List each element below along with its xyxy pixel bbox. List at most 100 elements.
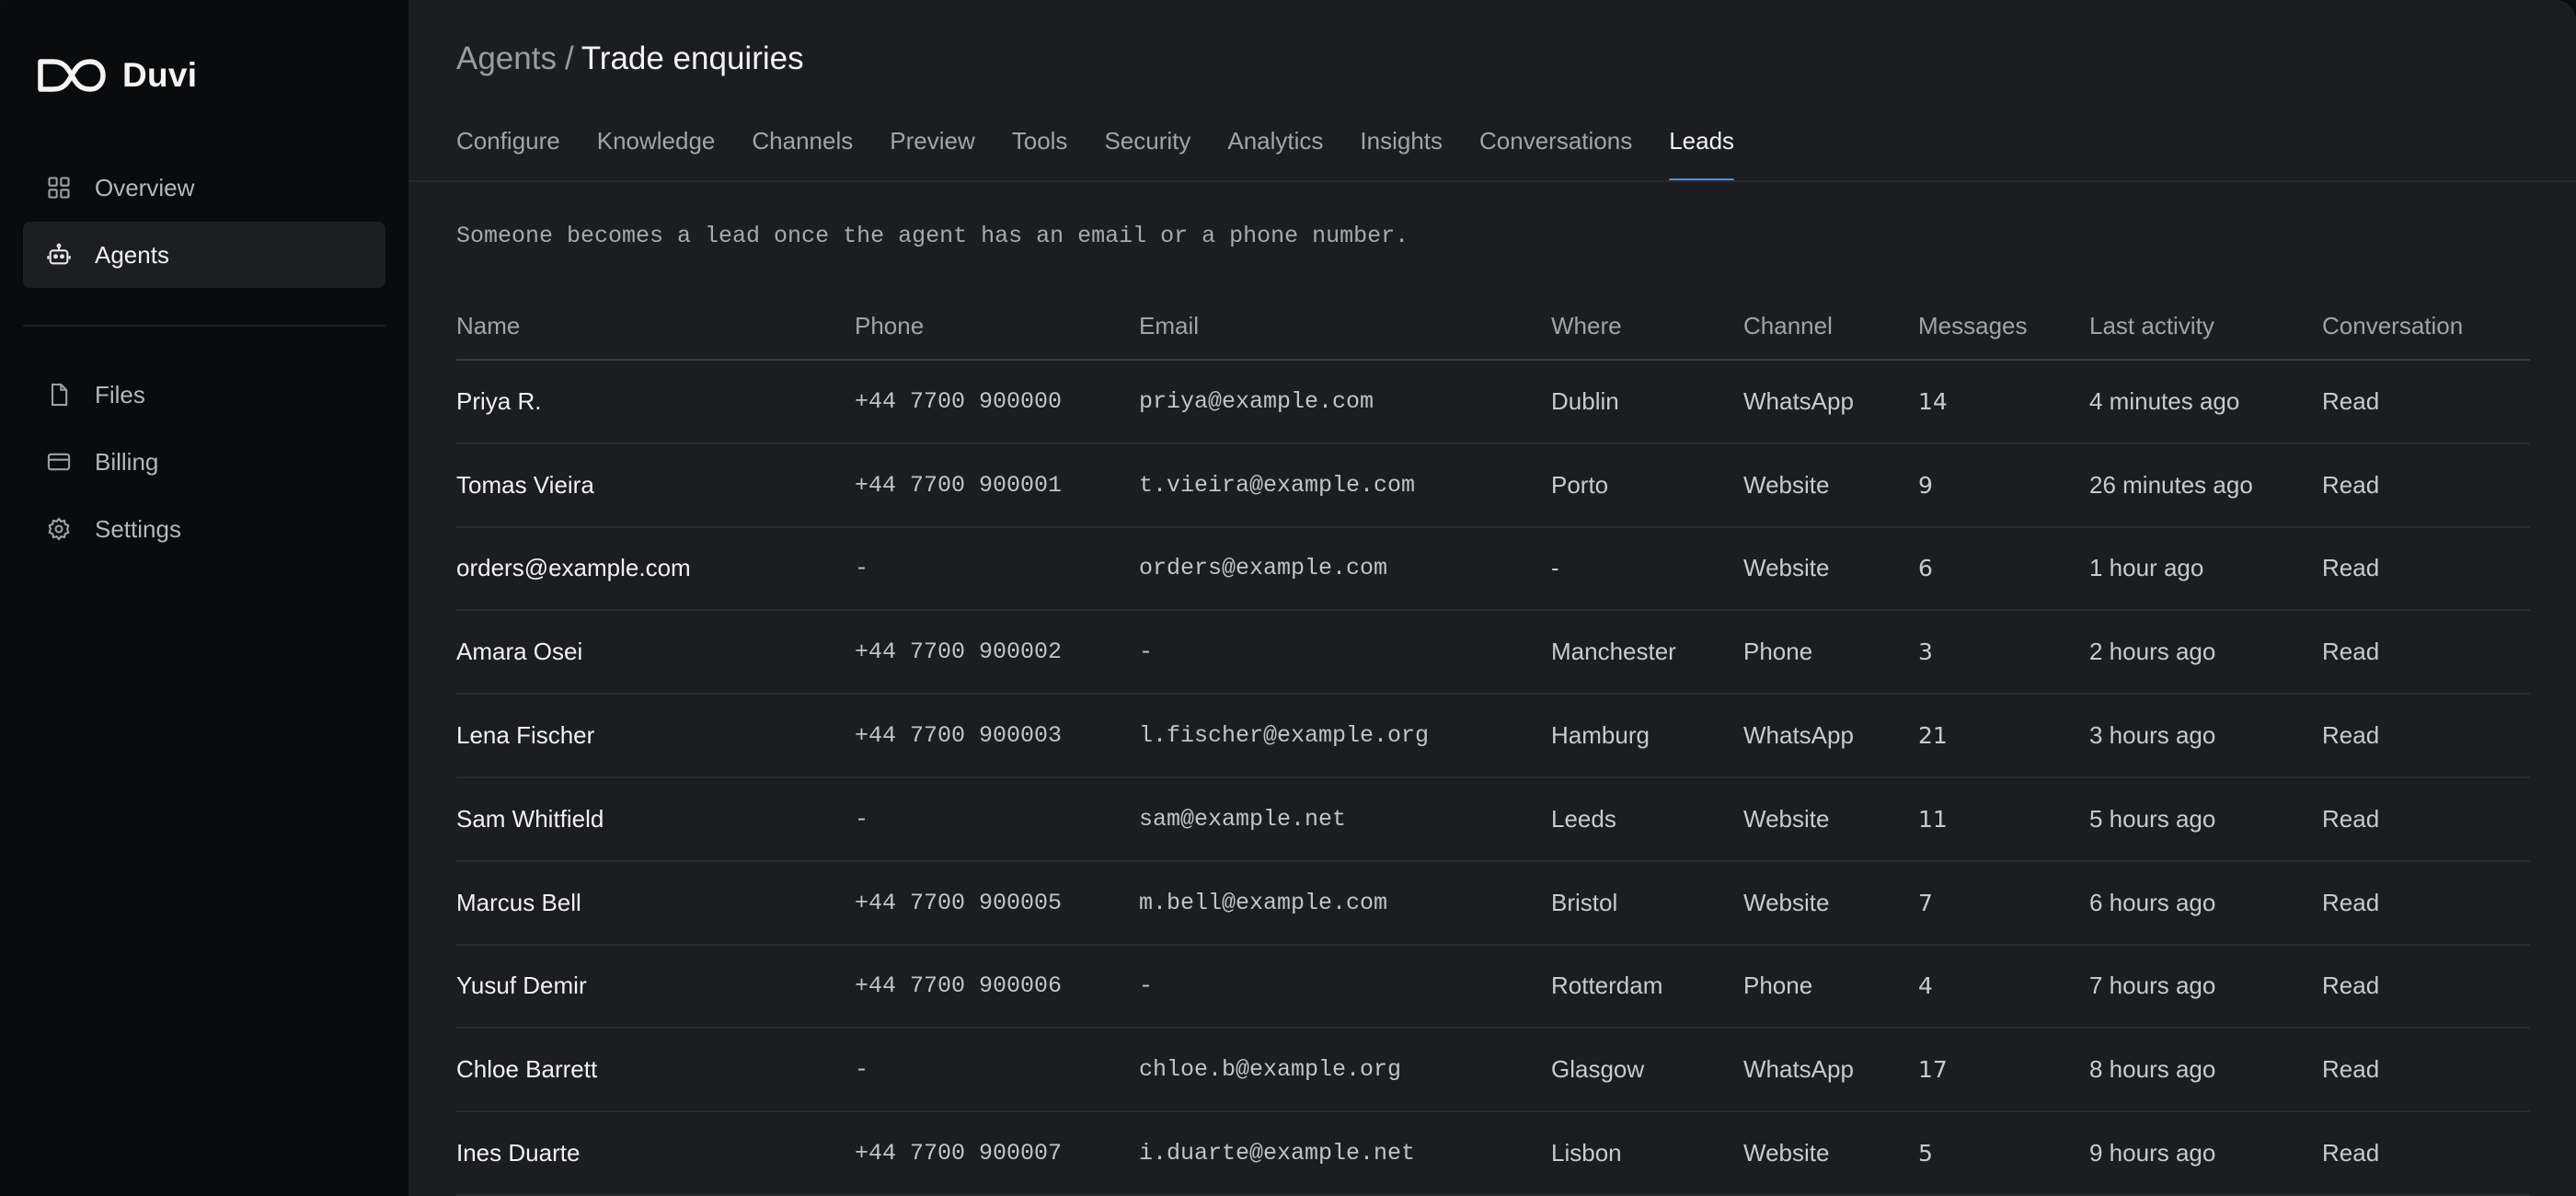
lead-name: Tomas Vieira: [456, 470, 594, 499]
sidebar-item-label: Agents: [95, 240, 169, 269]
tab-configure[interactable]: Configure: [456, 121, 560, 182]
lead-channel: Phone: [1743, 972, 1813, 1000]
lead-last-activity: 26 minutes ago: [2089, 470, 2253, 499]
lead-message-count: 14: [1918, 387, 1948, 415]
column-header-email: Email: [1139, 311, 1200, 339]
sidebar-item-settings[interactable]: Settings: [23, 496, 385, 562]
tab-tools[interactable]: Tools: [1012, 121, 1068, 182]
table-row[interactable]: Marcus Bell +44 7700 900005 m.bell@example…: [456, 862, 2530, 946]
lead-name: Marcus Bell: [456, 888, 581, 916]
lead-location: Porto: [1551, 470, 1609, 499]
tab-knowledge[interactable]: Knowledge: [597, 121, 716, 182]
table-row[interactable]: Tomas Vieira +44 7700 900001 t.vieira@exam…: [456, 444, 2530, 528]
read-conversation-link[interactable]: Read: [2322, 805, 2530, 834]
sidebar-item-label: Files: [95, 380, 145, 408]
column-header-conversation: Conversation: [2322, 311, 2464, 339]
tab-insights[interactable]: Insights: [1360, 121, 1443, 182]
lead-email: l.fischer@example.org: [1139, 722, 1430, 750]
sidebar-item-agents[interactable]: Agents: [23, 222, 385, 288]
lead-name: Chloe Barrett: [456, 1055, 598, 1084]
file-icon: [45, 381, 73, 408]
table-row[interactable]: orders@example.com - orders@example.com - We…: [456, 528, 2530, 612]
sidebar-divider: [23, 325, 385, 327]
read-conversation-link[interactable]: Read: [2322, 1055, 2530, 1084]
read-conversation-link[interactable]: Read: [2322, 889, 2530, 917]
lead-name: Sam Whitfield: [456, 804, 604, 833]
card-icon: [45, 448, 73, 476]
tab-preview[interactable]: Preview: [890, 121, 974, 182]
table-body: Priya R. +44 7700 900000 priya@example.com…: [456, 361, 2530, 1196]
table-row[interactable]: Priya R. +44 7700 900000 priya@example.com…: [456, 361, 2530, 444]
brand-name: Duvi: [122, 56, 198, 94]
lead-message-count: 3: [1918, 638, 1933, 666]
breadcrumb-parent[interactable]: Agents: [456, 40, 557, 77]
table-row[interactable]: Lena Fischer +44 7700 900003 l.fischer@exa…: [456, 695, 2530, 778]
brand[interactable]: Duvi: [23, 0, 385, 151]
lead-email: chloe.b@example.org: [1139, 1056, 1402, 1084]
sidebar-item-label: Settings: [95, 514, 181, 543]
lead-location: Leeds: [1551, 804, 1616, 833]
duvi-logo-icon: [38, 59, 106, 92]
column-header-last-activity: Last activity: [2089, 311, 2214, 339]
tabs-divider: [408, 180, 2576, 182]
lead-message-count: 5: [1918, 1140, 1933, 1167]
read-conversation-link[interactable]: Read: [2322, 471, 2530, 500]
table-row[interactable]: Ines Duarte +44 7700 900007 i.duarte@examp…: [456, 1112, 2530, 1196]
lead-email: orders@example.com: [1139, 555, 1388, 582]
table-row[interactable]: Yusuf Demir +44 7700 900006 - Rotterdam Phon…: [456, 946, 2530, 1029]
sidebar-item-label: Billing: [95, 447, 159, 476]
lead-message-count: 11: [1918, 805, 1948, 833]
app-window: Duvi Overview Agents Files Billing Setti…: [0, 0, 2576, 1196]
tab-conversations[interactable]: Conversations: [1479, 121, 1632, 182]
lead-channel: Website: [1743, 804, 1830, 833]
lead-location: Bristol: [1551, 888, 1618, 916]
lead-channel: WhatsApp: [1743, 721, 1854, 750]
lead-phone: +44 7700 900002: [855, 638, 1063, 666]
column-header-channel: Channel: [1743, 311, 1833, 339]
read-conversation-link[interactable]: Read: [2322, 972, 2530, 1000]
page-title: Trade enquiries: [581, 40, 804, 76]
lead-email: priya@example.com: [1139, 387, 1374, 415]
lead-last-activity: 6 hours ago: [2089, 888, 2216, 916]
tab-channels[interactable]: Channels: [752, 121, 853, 182]
sidebar-item-billing[interactable]: Billing: [23, 429, 385, 495]
read-conversation-link[interactable]: Read: [2322, 721, 2530, 750]
lead-name: orders@example.com: [456, 554, 691, 582]
read-conversation-link[interactable]: Read: [2322, 554, 2530, 582]
table-header-row: Name Phone Email Where Channel Messages …: [456, 293, 2530, 361]
lead-email: m.bell@example.com: [1139, 889, 1388, 916]
sidebar: Duvi Overview Agents Files Billing Setti…: [0, 0, 408, 1196]
lead-name: Lena Fischer: [456, 721, 595, 750]
lead-name: Yusuf Demir: [456, 972, 587, 1000]
tab-security[interactable]: Security: [1104, 121, 1190, 182]
lead-name: Ines Duarte: [456, 1139, 581, 1167]
lead-email: -: [1139, 638, 1154, 666]
lead-email: t.vieira@example.com: [1139, 471, 1416, 499]
lead-phone: -: [855, 1056, 869, 1084]
tab-leads[interactable]: Leads: [1669, 121, 1734, 182]
lead-message-count: 9: [1918, 471, 1933, 499]
table-row[interactable]: Sam Whitfield - sam@example.net Leeds Websit…: [456, 778, 2530, 862]
table-row[interactable]: Chloe Barrett - chloe.b@example.org Glasgow…: [456, 1029, 2530, 1113]
breadcrumb: Agents / Trade enquiries: [456, 40, 804, 77]
lead-phone: +44 7700 900005: [855, 889, 1063, 916]
lead-location: Manchester: [1551, 638, 1676, 666]
tab-analytics[interactable]: Analytics: [1227, 121, 1323, 182]
lead-phone: +44 7700 900000: [855, 387, 1063, 415]
lead-phone: +44 7700 900003: [855, 722, 1063, 750]
lead-last-activity: 3 hours ago: [2089, 721, 2216, 750]
read-conversation-link[interactable]: Read: [2322, 638, 2530, 666]
gear-icon: [45, 515, 73, 543]
sidebar-item-files[interactable]: Files: [23, 362, 385, 428]
lead-name: Priya R.: [456, 386, 542, 415]
column-header-phone: Phone: [855, 311, 925, 339]
sidebar-item-overview[interactable]: Overview: [23, 155, 385, 221]
agent-tabs: Configure Knowledge Channels Preview Too…: [456, 121, 2576, 182]
lead-phone: +44 7700 900001: [855, 471, 1063, 499]
read-conversation-link[interactable]: Read: [2322, 387, 2530, 416]
lead-last-activity: 5 hours ago: [2089, 804, 2216, 833]
lead-last-activity: 4 minutes ago: [2089, 386, 2240, 415]
read-conversation-link[interactable]: Read: [2322, 1139, 2530, 1167]
lead-last-activity: 2 hours ago: [2089, 638, 2216, 666]
table-row[interactable]: Amara Osei +44 7700 900002 - Manchester Phon…: [456, 611, 2530, 696]
